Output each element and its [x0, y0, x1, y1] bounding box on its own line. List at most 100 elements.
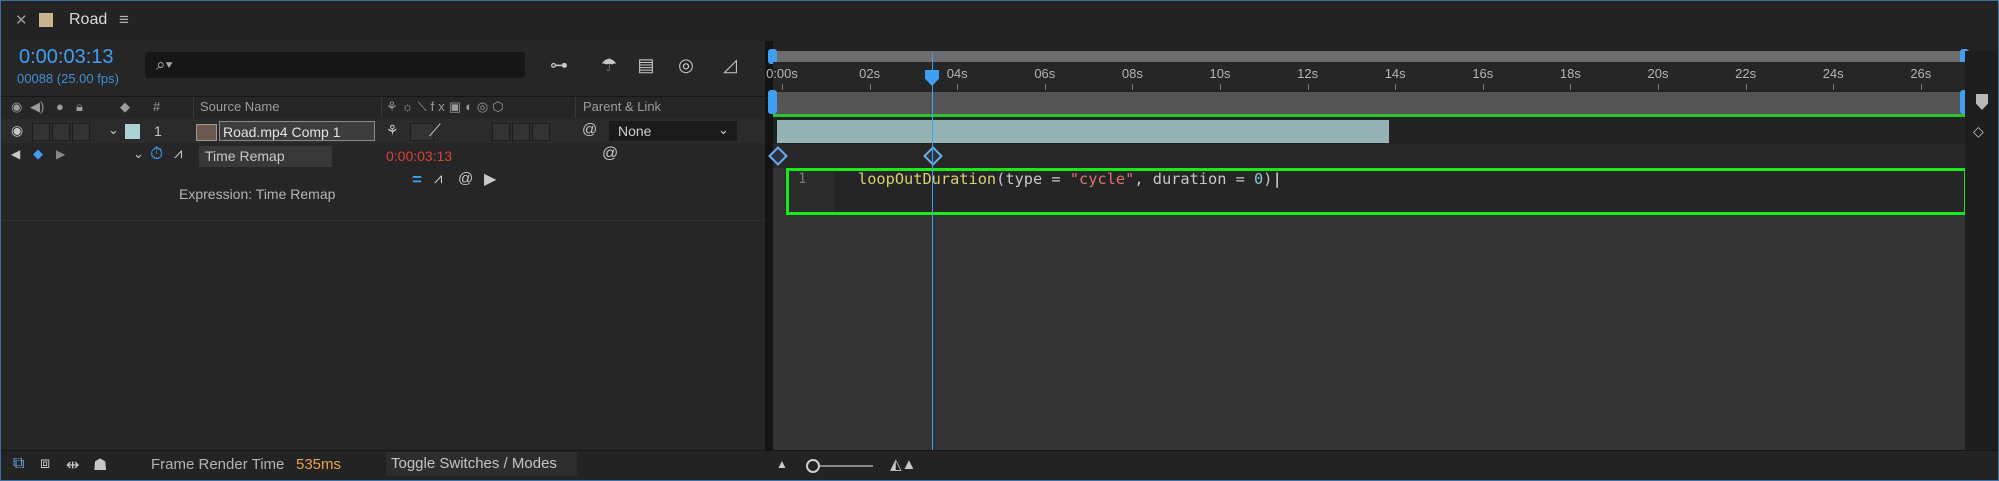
ruler-tick-label: 06s: [1034, 66, 1056, 81]
search-input[interactable]: [145, 52, 525, 78]
shy-layers-icon[interactable]: ☂: [596, 52, 622, 78]
row-divider: [1, 220, 766, 221]
composition-tab-title[interactable]: Road: [69, 11, 107, 29]
source-name-column-header[interactable]: Source Name: [200, 99, 279, 114]
toggle-switches-modes-button[interactable]: Toggle Switches / Modes: [386, 452, 577, 476]
column-divider: [575, 97, 576, 118]
ruler-tick-label: 0:00s: [766, 66, 798, 81]
previous-keyframe-icon[interactable]: ◀: [11, 147, 20, 161]
chevron-down-icon[interactable]: ⌄: [718, 122, 729, 138]
property-row[interactable]: [1, 144, 766, 168]
ruler-tick-label: 10s: [1209, 66, 1231, 81]
current-time-indicator[interactable]: [932, 53, 933, 450]
ruler-tick: [1833, 84, 1835, 90]
zoom-slider-track[interactable]: [813, 465, 873, 467]
add-keyframe-icon[interactable]: ◆: [33, 146, 43, 162]
ruler-tick-label: 02s: [859, 66, 881, 81]
3d-layer-switch[interactable]: [512, 123, 530, 141]
motion-blur-icon[interactable]: ◎: [673, 52, 699, 78]
expression-language-menu-icon[interactable]: ▶: [484, 169, 496, 189]
frame-render-time-value: 535ms: [296, 456, 342, 473]
hamburger-menu-icon[interactable]: ≡: [119, 10, 129, 30]
label-column-icon[interactable]: ◆: [120, 99, 130, 115]
expression-pickwhip-icon[interactable]: @: [458, 170, 473, 187]
composition-color-swatch: [39, 13, 53, 27]
ruler-tick: [1658, 84, 1659, 90]
composition-tab-bar: [1, 1, 1998, 41]
stopwatch-icon[interactable]: ⏱︎: [150, 144, 163, 164]
time-remap-track: [773, 144, 1973, 168]
frame-render-time-label: Frame Render Time: [151, 456, 285, 473]
composition-layer-icon: [196, 124, 217, 141]
expand-chevron-icon[interactable]: ⌄: [108, 122, 119, 138]
quality-slash-icon[interactable]: ⟋: [429, 121, 441, 141]
ruler-tick: [1570, 84, 1572, 90]
lock-switch[interactable]: [72, 123, 90, 141]
parent-link-column-header[interactable]: Parent & Link: [583, 99, 661, 114]
motion-blur-switch[interactable]: [532, 123, 550, 141]
number-column-header: #: [153, 99, 161, 114]
layer-duration-bar[interactable]: [777, 120, 1389, 143]
visibility-eye-icon[interactable]: ◉: [11, 122, 23, 139]
next-keyframe-icon[interactable]: ▶: [56, 147, 65, 161]
ruler-tick-label: 24s: [1822, 66, 1844, 81]
ruler-tick-label: 16s: [1472, 66, 1494, 81]
expression-graph-icon[interactable]: ⩘: [434, 170, 442, 187]
eye-column-icon[interactable]: ◉: [11, 99, 22, 115]
ruler-tick-label: 04s: [946, 66, 968, 81]
ruler-tick: [1482, 84, 1484, 90]
solo-column-icon[interactable]: ●: [56, 99, 64, 114]
ruler-tick: [782, 84, 783, 90]
ruler-tick-label: 08s: [1121, 66, 1143, 81]
adjustment-switch[interactable]: [492, 123, 510, 141]
expand-chevron-icon[interactable]: ⌄: [133, 146, 144, 162]
highlight-box: [786, 168, 1967, 215]
column-divider: [381, 97, 382, 118]
audio-switch[interactable]: [32, 123, 50, 141]
expression-enable-icon[interactable]: =: [412, 170, 422, 190]
graph-editor-icon[interactable]: ◿: [717, 52, 743, 78]
ruler-tick-label: 14s: [1384, 66, 1406, 81]
ruler-tick-label: 18s: [1559, 66, 1581, 81]
work-area-bar[interactable]: [773, 92, 1965, 117]
work-area-start-handle[interactable]: [768, 90, 777, 114]
timeline-right-rail: [1965, 51, 1998, 450]
layer-name-field[interactable]: Road.mp4 Comp 1: [219, 121, 375, 141]
ruler-tick: [1307, 84, 1309, 90]
frame-blending-icon[interactable]: ▤: [633, 52, 659, 78]
zoom-slider-thumb[interactable]: [806, 459, 820, 473]
shy-switch-icon[interactable]: ⚘: [386, 122, 399, 139]
column-divider: [193, 97, 194, 118]
layer-marker-icon[interactable]: ◇: [1973, 123, 1984, 140]
close-icon[interactable]: ✕: [15, 11, 28, 29]
search-icon[interactable]: ⌕▾: [156, 55, 173, 75]
layer-label-color[interactable]: [125, 124, 140, 139]
render-time-pane-icon[interactable]: ☗: [93, 455, 107, 475]
switches-column-icons[interactable]: ⚘☼⟍fx▣◐◎⬡: [386, 99, 508, 115]
expression-pickwhip-icon[interactable]: @: [602, 145, 618, 163]
graph-icon[interactable]: ⩘: [174, 145, 182, 162]
solo-switch[interactable]: [52, 123, 70, 141]
composition-flowchart-icon[interactable]: ⊶: [546, 52, 572, 78]
expression-label: Expression: Time Remap: [179, 186, 336, 202]
property-name[interactable]: Time Remap: [199, 146, 332, 167]
ruler-tick: [1745, 84, 1747, 90]
layer-switches-pane-icon[interactable]: ⧉: [13, 455, 24, 473]
property-value[interactable]: 0:00:03:13: [386, 148, 452, 164]
layer-number: 1: [154, 123, 162, 139]
ruler-tick-label: 20s: [1647, 66, 1669, 81]
audio-column-icon[interactable]: ◀): [30, 99, 44, 115]
pick-whip-icon[interactable]: @: [582, 121, 597, 138]
time-navigator-bar[interactable]: [773, 51, 1965, 62]
ruler-tick: [1920, 84, 1922, 90]
ruler-tick: [1220, 84, 1221, 90]
frame-count: 00088 (25.00 fps): [17, 71, 119, 86]
zoom-in-icon[interactable]: ◭▲: [890, 455, 916, 473]
transfer-controls-pane-icon[interactable]: ⧈: [40, 455, 50, 473]
current-timecode[interactable]: 0:00:03:13: [19, 46, 114, 69]
ruler-tick-label: 26s: [1910, 66, 1932, 81]
ruler-tick-label: 22s: [1735, 66, 1757, 81]
in-out-pane-icon[interactable]: ⇹: [66, 455, 79, 475]
zoom-out-icon[interactable]: ▲: [776, 457, 788, 471]
lock-column-icon[interactable]: 🔒︎: [76, 99, 83, 115]
